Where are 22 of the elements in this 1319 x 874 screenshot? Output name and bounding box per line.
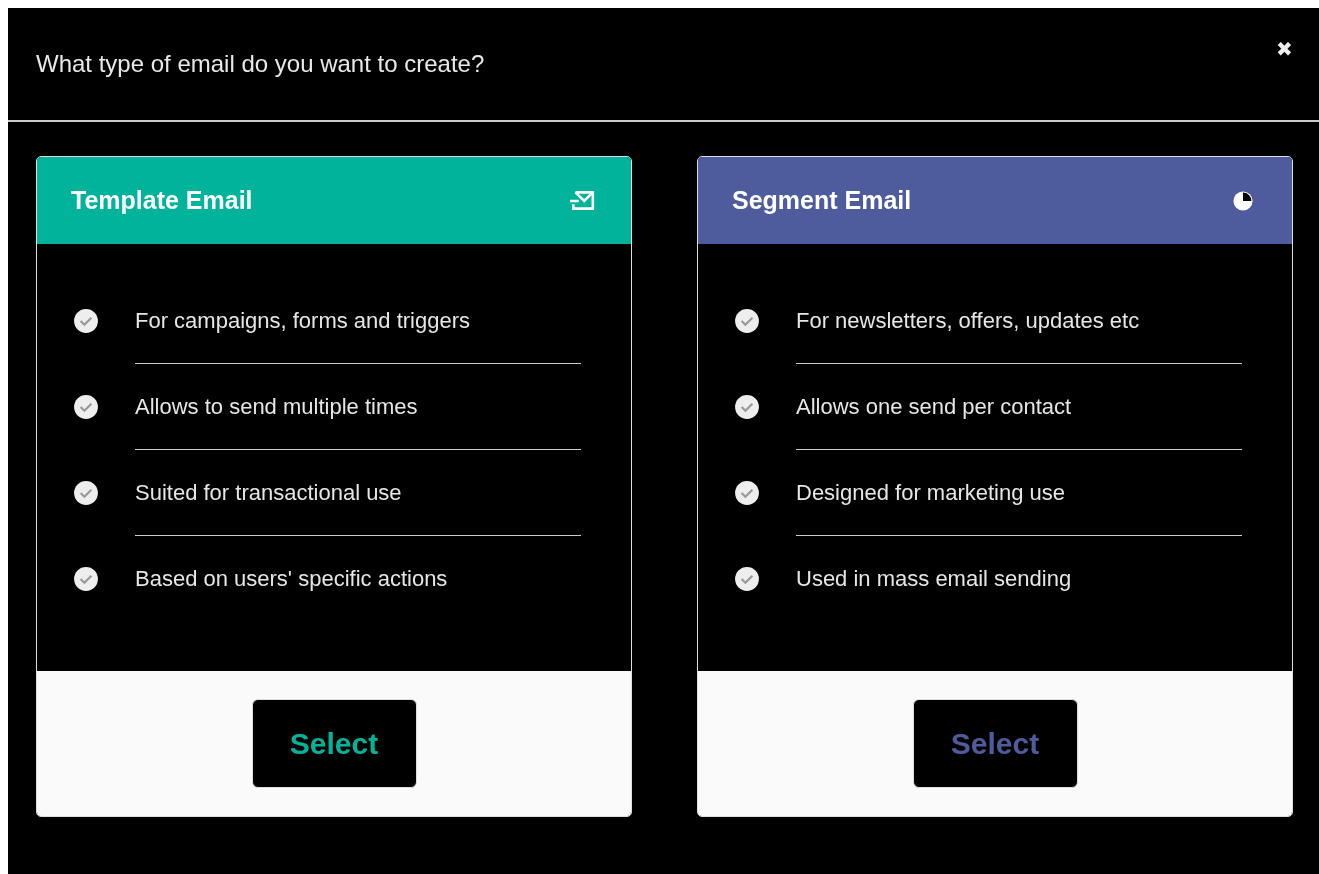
select-button[interactable]: Select [251, 699, 417, 788]
feature-text: Used in mass email sending [796, 565, 1073, 593]
feature-text: Allows one send per contact [796, 364, 1242, 450]
feature-text: Based on users' specific actions [135, 565, 449, 593]
check-icon [73, 566, 99, 592]
feature-text: For campaigns, forms and triggers [135, 278, 581, 364]
check-icon [734, 308, 760, 334]
feature-text: Suited for transactional use [135, 450, 581, 536]
check-icon [73, 394, 99, 420]
check-icon [73, 308, 99, 334]
card-title: Segment Email [732, 186, 912, 215]
dialog-title: What type of email do you want to create? [36, 50, 485, 78]
check-icon [73, 480, 99, 506]
card-title: Template Email [71, 186, 253, 215]
feature-text: Allows to send multiple times [135, 364, 581, 450]
feature-text: Designed for marketing use [796, 450, 1242, 536]
check-icon [734, 394, 760, 420]
envelope-icon [569, 188, 595, 213]
check-icon [734, 480, 760, 506]
close-button[interactable]: ✖ [1276, 37, 1293, 61]
feature-text: For newsletters, offers, updates etc [796, 278, 1242, 364]
check-icon [734, 566, 760, 592]
